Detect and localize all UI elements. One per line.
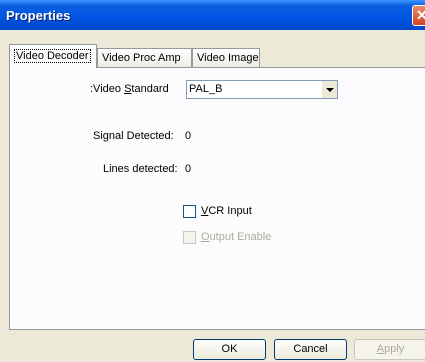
output-enable-checkbox — [183, 231, 196, 244]
apply-button: Apply — [354, 339, 425, 360]
title-bar: Properties ✕ — [0, 0, 425, 30]
tab-video-image[interactable]: Video Image — [192, 48, 260, 67]
vcr-input-checkbox[interactable] — [183, 205, 196, 218]
tab-video-proc-amp[interactable]: Video Proc Amp — [97, 48, 192, 67]
lines-detected-value: 0 — [185, 163, 192, 175]
ok-button[interactable]: OK — [193, 339, 266, 360]
signal-detected-label: Signal Detected: — [93, 130, 174, 142]
close-button[interactable]: ✕ — [412, 5, 425, 26]
cancel-button[interactable]: Cancel — [274, 339, 347, 360]
vcr-input-label[interactable]: VCR Input — [201, 205, 252, 217]
signal-detected-value: 0 — [185, 130, 192, 142]
video-standard-label: :Video Standard — [90, 83, 169, 95]
video-standard-dropdown[interactable]: PAL_B — [186, 80, 338, 99]
video-standard-value: PAL_B — [189, 83, 223, 95]
window-title: Properties — [6, 8, 71, 23]
tab-video-decoder[interactable]: Video Decoder — [9, 44, 97, 68]
tab-panel — [9, 67, 425, 330]
output-enable-label: Output Enable — [201, 231, 272, 243]
chevron-down-icon[interactable] — [321, 81, 337, 98]
lines-detected-label: Lines detected: — [103, 163, 178, 175]
close-icon: ✕ — [416, 7, 425, 23]
